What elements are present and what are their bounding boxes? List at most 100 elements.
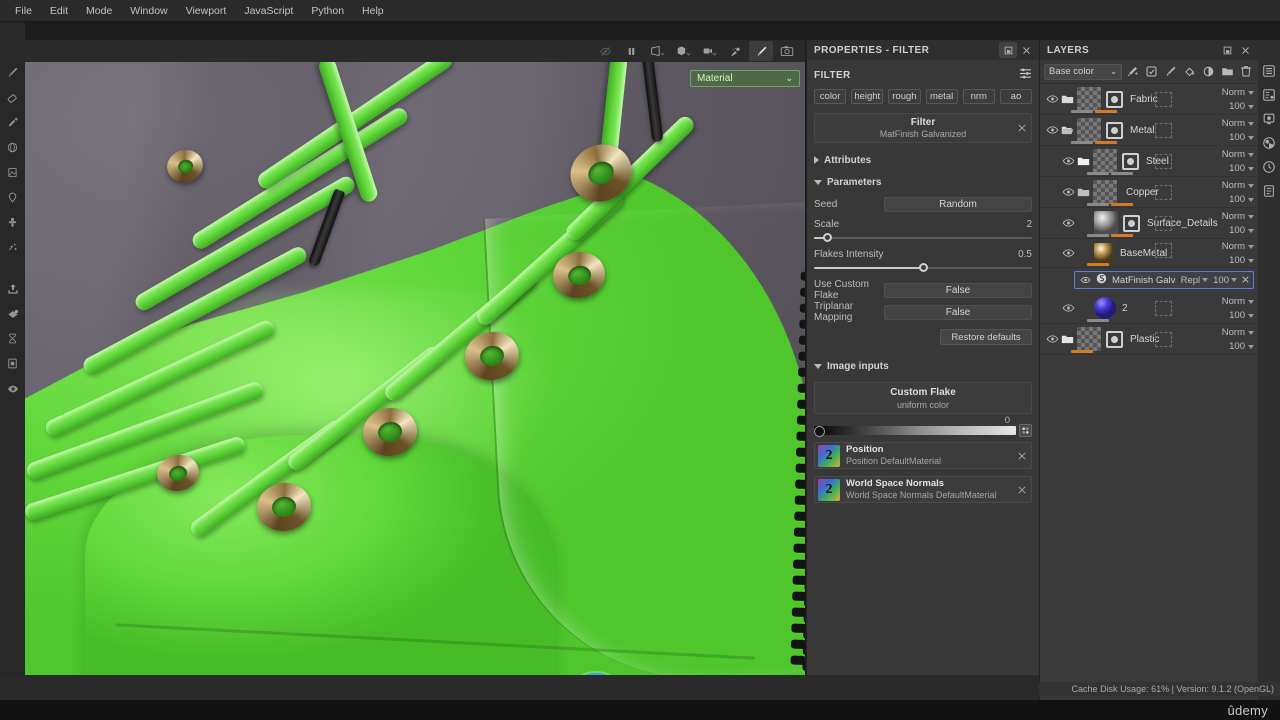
layer-thumbnail[interactable] xyxy=(1094,297,1116,319)
effect-opacity[interactable]: 100 xyxy=(1213,275,1237,286)
layer-thumbnail[interactable] xyxy=(1093,180,1117,204)
layer-effects-slot[interactable] xyxy=(1155,243,1172,258)
remove-position-input-icon[interactable] xyxy=(1018,451,1026,463)
blend-mode-selector[interactable]: Norm xyxy=(1222,241,1254,252)
folder-icon[interactable] xyxy=(1060,91,1075,107)
visibility-toggle-icon[interactable] xyxy=(1060,245,1076,261)
param-seed-button[interactable]: Random xyxy=(884,196,1032,212)
float-panel-icon[interactable] xyxy=(1218,42,1236,58)
float-panel-icon[interactable] xyxy=(999,42,1017,58)
screenshot-icon[interactable] xyxy=(775,41,799,61)
viewport-material-selector[interactable]: Material ⌄ xyxy=(690,70,800,87)
layer-mask-thumbnail[interactable] xyxy=(1122,152,1139,170)
channel-selector[interactable]: Base color ⌄ xyxy=(1044,63,1122,80)
custom-flake-card[interactable]: Custom Flake uniform color xyxy=(814,382,1032,414)
param-custom-flake-button[interactable]: False xyxy=(884,282,1032,298)
smudge-tool-icon[interactable] xyxy=(0,235,25,260)
gradient-bar[interactable] xyxy=(814,426,1016,435)
param-triplanar-button[interactable]: False xyxy=(884,304,1032,320)
paint-brush-tool-icon[interactable] xyxy=(0,60,25,85)
layer-thumbnail[interactable] xyxy=(1077,118,1101,142)
channel-button-color[interactable]: color xyxy=(814,89,847,104)
layer-effects-slot[interactable] xyxy=(1155,92,1172,107)
add-smart-material-icon[interactable] xyxy=(1200,63,1216,81)
bake-tool-icon[interactable] xyxy=(0,326,25,351)
layer-effect-row-selected[interactable]: MatFinish Galvaniz... Repl 100 xyxy=(1074,271,1254,289)
menu-item-mode[interactable]: Mode xyxy=(77,0,121,22)
display-settings-tool-icon[interactable] xyxy=(0,376,25,401)
render-tool-icon[interactable] xyxy=(0,351,25,376)
layer-mask-thumbnail[interactable] xyxy=(1106,121,1123,139)
add-fill-icon[interactable] xyxy=(1182,63,1198,81)
blend-mode-selector[interactable]: Norm xyxy=(1222,211,1254,222)
opacity-selector[interactable]: 100 xyxy=(1229,101,1254,112)
layer-effects-slot[interactable] xyxy=(1155,123,1172,138)
table-row[interactable]: Metal Norm 100 xyxy=(1040,115,1258,146)
blend-mode-selector[interactable]: Norm xyxy=(1222,149,1254,160)
menu-item-help[interactable]: Help xyxy=(353,0,393,22)
layer-thumbnail[interactable] xyxy=(1094,243,1114,263)
blend-mode-selector[interactable]: Norm xyxy=(1222,296,1254,307)
eraser-tool-icon[interactable] xyxy=(0,85,25,110)
layer-thumbnail[interactable] xyxy=(1077,87,1101,111)
visibility-toggle-icon[interactable] xyxy=(1044,91,1060,107)
layer-effects-slot[interactable] xyxy=(1155,332,1172,347)
blend-mode-selector[interactable]: Norm xyxy=(1222,327,1254,338)
viewport-mode-icon[interactable] xyxy=(697,41,721,61)
add-fill-layer-icon[interactable] xyxy=(1144,63,1160,81)
param-scale-slider[interactable] xyxy=(814,233,1032,243)
layer-effects-slot[interactable] xyxy=(1155,154,1172,169)
channel-button-rough[interactable]: rough xyxy=(888,89,921,104)
restore-defaults-button[interactable]: Restore defaults xyxy=(940,329,1032,345)
lighting-icon[interactable] xyxy=(723,41,747,61)
layer-thumbnail[interactable] xyxy=(1093,149,1117,173)
material-picker-tool-icon[interactable] xyxy=(0,301,25,326)
visibility-toggle-icon[interactable] xyxy=(1060,153,1076,169)
effect-visibility-icon[interactable] xyxy=(1079,272,1091,288)
remove-wsn-input-icon[interactable] xyxy=(1018,485,1026,497)
menu-item-javascript[interactable]: JavaScript xyxy=(235,0,302,22)
folder-icon[interactable] xyxy=(1060,331,1075,347)
visibility-toggle-icon[interactable] xyxy=(1060,184,1076,200)
layer-thumbnail[interactable] xyxy=(1077,327,1101,351)
opacity-selector[interactable]: 100 xyxy=(1229,255,1254,266)
layer-mask-thumbnail[interactable] xyxy=(1123,214,1140,232)
visibility-toggle-icon[interactable] xyxy=(1060,300,1076,316)
opacity-selector[interactable]: 100 xyxy=(1229,132,1254,143)
effect-blend-mode[interactable]: Repl xyxy=(1181,275,1209,286)
layer-effects-slot[interactable] xyxy=(1155,301,1172,316)
layer-mask-thumbnail[interactable] xyxy=(1106,330,1123,348)
menu-item-file[interactable]: File xyxy=(6,0,41,22)
eyedropper-tool-icon[interactable] xyxy=(0,110,25,135)
paint-mode-icon[interactable] xyxy=(749,41,773,61)
menu-item-window[interactable]: Window xyxy=(121,0,176,22)
layer-mask-thumbnail[interactable] xyxy=(1106,90,1123,108)
uniform-color-gradient[interactable]: 0 xyxy=(814,415,1032,437)
folder-open-icon[interactable] xyxy=(1060,122,1075,138)
blend-mode-selector[interactable]: Norm xyxy=(1222,87,1254,98)
channel-button-ao[interactable]: ao xyxy=(999,89,1033,104)
add-paint-layer-icon[interactable] xyxy=(1163,63,1179,81)
toggle-visibility-icon[interactable] xyxy=(593,41,617,61)
shading-mode-icon[interactable] xyxy=(671,41,695,61)
close-icon[interactable] xyxy=(1236,42,1254,58)
filter-resource-card[interactable]: Filter MatFinish Galvanized xyxy=(814,113,1032,143)
layer-effects-slot[interactable] xyxy=(1155,185,1172,200)
camera-perspective-icon[interactable] xyxy=(645,41,669,61)
opacity-selector[interactable]: 100 xyxy=(1229,225,1254,236)
blend-mode-selector[interactable]: Norm xyxy=(1222,180,1254,191)
visibility-toggle-icon[interactable] xyxy=(1060,215,1076,231)
table-row[interactable]: 2 Norm 100 xyxy=(1040,293,1258,324)
settings-dock-icon[interactable] xyxy=(1260,110,1278,128)
add-effect-icon[interactable] xyxy=(1125,63,1141,81)
visibility-toggle-icon[interactable] xyxy=(1044,331,1060,347)
close-icon[interactable] xyxy=(1017,42,1035,58)
filter-clear-icon[interactable] xyxy=(1018,123,1026,135)
folder-icon[interactable] xyxy=(1076,184,1091,200)
menu-item-edit[interactable]: Edit xyxy=(41,0,77,22)
history-dock-icon[interactable] xyxy=(1260,158,1278,176)
table-row[interactable]: Surface_Details Norm 100 xyxy=(1040,208,1258,239)
channel-button-height[interactable]: height xyxy=(851,89,884,104)
menu-item-viewport[interactable]: Viewport xyxy=(177,0,236,22)
log-dock-icon[interactable] xyxy=(1260,182,1278,200)
